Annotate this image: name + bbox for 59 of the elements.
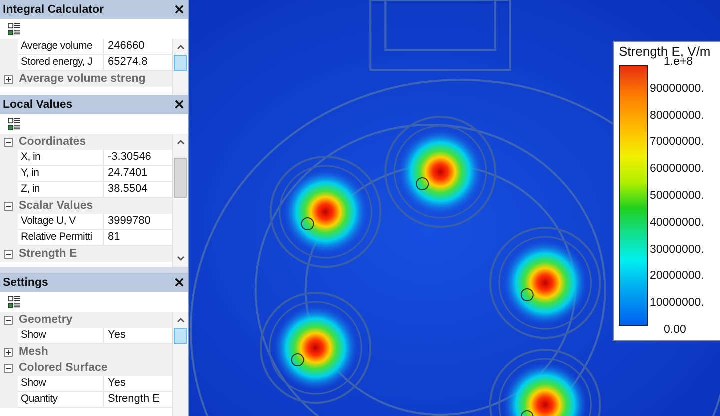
property-value[interactable]: Strength E [104, 392, 172, 408]
scale-label: 20000000. [650, 270, 706, 282]
expand-icon[interactable] [4, 74, 13, 84]
scale-label: 50000000. [650, 190, 706, 202]
property-name: Y, in [18, 166, 104, 182]
property-value[interactable]: 38.5504 [104, 182, 172, 198]
panel-title: Settings [3, 276, 48, 288]
property-name: X, in [18, 150, 104, 166]
field-plot-viewport[interactable]: Strength E, V/m 1.e+8 90000000. 80000000. 70000000. 60000000. 50000000. 40000000. 30000000. 20000000. 10000000. 0.00 [189, 0, 720, 416]
scrollbar[interactable] [172, 134, 188, 267]
categorized-view-icon[interactable] [8, 296, 21, 308]
close-icon[interactable] [175, 278, 184, 287]
close-icon[interactable] [175, 100, 184, 109]
scale-label: 40000000. [650, 216, 706, 229]
categorized-view-icon[interactable] [8, 118, 21, 130]
collapse-icon[interactable] [4, 138, 13, 146]
property-name: Show [18, 328, 104, 344]
property-name: Average volume [18, 39, 104, 55]
panel-title: Local Values [3, 98, 73, 110]
category-label[interactable]: Mesh [19, 346, 48, 358]
scroll-down-icon[interactable] [176, 255, 186, 263]
scale-label: 70000000. [650, 136, 706, 148]
scale-label: 1.e+8 [664, 56, 694, 68]
collapse-icon[interactable] [4, 202, 13, 210]
collapse-icon[interactable] [4, 364, 13, 372]
scale-label: 90000000. [650, 82, 706, 95]
property-name: Quantity [18, 392, 104, 408]
scroll-thumb[interactable] [174, 328, 187, 344]
scale-label: 60000000. [650, 163, 706, 176]
property-value[interactable]: Yes [104, 376, 172, 392]
close-icon[interactable] [175, 5, 184, 14]
scale-label: 80000000. [650, 110, 706, 122]
expand-icon[interactable] [4, 348, 13, 356]
scale-label: 0.00 [663, 324, 688, 336]
property-name: Stored energy, J [18, 55, 104, 71]
collapse-icon[interactable] [4, 250, 13, 258]
scale-label: 10000000. [650, 297, 706, 310]
scroll-thumb[interactable] [174, 55, 187, 71]
property-value[interactable]: 65274.8 [104, 55, 172, 71]
scroll-up-icon[interactable] [176, 138, 186, 146]
property-value[interactable]: 246660 [104, 39, 172, 55]
property-name: Voltage U, V [18, 214, 104, 230]
scrollbar[interactable] [172, 39, 188, 95]
property-value[interactable]: 24.7401 [104, 166, 172, 182]
property-value[interactable]: -3.30546 [104, 150, 172, 166]
panel-title: Integral Calculator [3, 4, 104, 16]
property-name: Show [18, 376, 104, 392]
property-value[interactable]: 81 [104, 230, 172, 246]
scrollbar[interactable] [172, 312, 188, 416]
scale-label: 30000000. [650, 244, 706, 256]
scroll-up-icon[interactable] [176, 316, 186, 324]
scroll-thumb[interactable] [174, 158, 187, 198]
property-name: Relative Permitti [18, 230, 104, 246]
categorized-view-icon[interactable] [8, 22, 21, 36]
property-value[interactable]: Yes [104, 328, 172, 344]
scroll-up-icon[interactable] [176, 43, 186, 51]
property-value[interactable]: 3999780 [104, 214, 172, 230]
property-name: Z, in [18, 182, 104, 198]
collapse-icon[interactable] [4, 316, 13, 324]
